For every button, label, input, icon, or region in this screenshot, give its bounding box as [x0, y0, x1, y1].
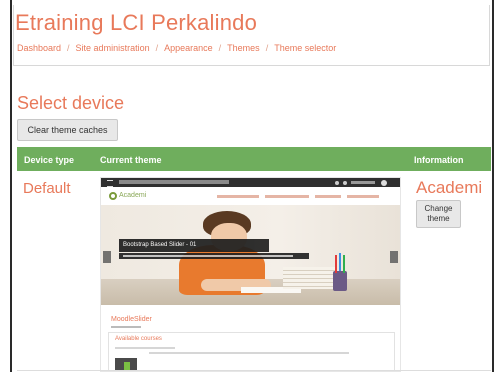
breadcrumb-appearance[interactable]: Appearance — [164, 43, 213, 53]
preview-text-line — [149, 352, 349, 354]
preview-top-bar — [101, 178, 400, 187]
preview-nav-item — [315, 195, 341, 198]
preview-available-courses: Available courses — [115, 336, 162, 342]
slider-prev-arrow-icon — [103, 251, 111, 263]
preview-nav-item — [265, 195, 309, 198]
preview-logo: Academi — [109, 191, 169, 203]
breadcrumb-site-administration[interactable]: Site administration — [76, 43, 150, 53]
window-border-left — [10, 0, 12, 372]
slider-caption-text: Bootstrap Based Slider - 01 — [123, 242, 197, 248]
slider-pencil — [335, 255, 337, 273]
preview-course-box: Available courses — [108, 332, 395, 371]
breadcrumb-themes[interactable]: Themes — [227, 43, 260, 53]
preview-notification-icon — [335, 181, 339, 185]
theme-preview-screenshot: Academi Bootstrap Based Slider - 01 Mood… — [100, 177, 401, 372]
preview-logo-icon — [109, 192, 117, 200]
page-heading: Select device — [17, 93, 125, 113]
preview-user-name — [351, 181, 375, 184]
preview-site-subtitle — [111, 326, 141, 328]
change-theme-button[interactable]: Change theme — [416, 200, 461, 228]
preview-message-icon — [343, 181, 347, 185]
breadcrumb-separator: / — [218, 43, 222, 53]
preview-avatar — [381, 180, 387, 186]
preview-logo-text: Academi — [119, 192, 147, 199]
slider-caption: Bootstrap Based Slider - 01 — [119, 239, 269, 252]
breadcrumb-dashboard[interactable]: Dashboard — [17, 43, 61, 53]
window-border-right — [492, 0, 494, 372]
clear-theme-caches-button[interactable]: Clear theme caches — [17, 119, 118, 141]
table-header: Device type Current theme Information — [17, 147, 491, 171]
device-type-cell: Default — [23, 180, 71, 197]
breadcrumb-separator: / — [155, 43, 159, 53]
slider-next-arrow-icon — [390, 251, 398, 263]
theme-name: Academi — [416, 178, 483, 197]
preview-slider-image: Bootstrap Based Slider - 01 — [101, 205, 400, 305]
column-header-current-theme: Current theme — [100, 155, 162, 165]
preview-menu-icon — [107, 180, 113, 187]
breadcrumb-theme-selector[interactable]: Theme selector — [274, 43, 336, 53]
preview-nav-item — [347, 195, 379, 198]
slider-pencil — [339, 253, 341, 271]
preview-text-line — [115, 347, 175, 349]
breadcrumb-separator: / — [265, 43, 269, 53]
column-header-information: Information — [414, 155, 464, 165]
breadcrumb-separator: / — [67, 43, 70, 53]
slider-pencil — [343, 255, 345, 273]
preview-top-text — [119, 180, 229, 184]
preview-site-name: MoodleSlider — [111, 316, 152, 323]
slider-pencil-cup — [333, 271, 347, 291]
breadcrumb: Dashboard / Site administration / Appearance… — [17, 43, 336, 53]
slider-books — [283, 267, 335, 289]
slider-caption-subtext — [119, 253, 309, 259]
table-row-divider — [17, 370, 491, 371]
preview-nav-item — [217, 195, 259, 198]
site-title[interactable]: Etraining LCI Perkalindo — [15, 10, 257, 36]
column-header-device-type: Device type — [24, 155, 75, 165]
